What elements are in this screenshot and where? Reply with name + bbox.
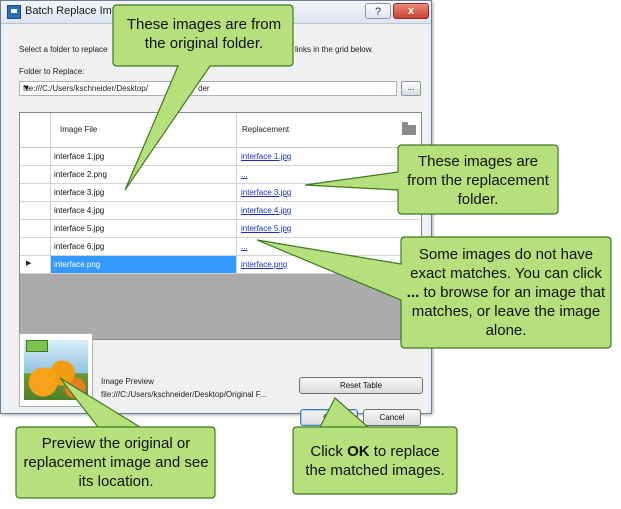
row-header[interactable] bbox=[20, 238, 51, 255]
callout-ok-text: Click OK to replace the matched images. bbox=[298, 442, 452, 480]
table-row[interactable]: interface 1.jpg interface 1.jpg bbox=[20, 148, 421, 166]
column-divider bbox=[236, 113, 237, 147]
cancel-button[interactable]: Cancel bbox=[363, 409, 421, 426]
table-row-selected[interactable]: interface.png interface.png bbox=[20, 256, 421, 274]
image-file-cell: interface 6.jpg bbox=[54, 242, 105, 251]
cell-divider bbox=[236, 166, 237, 183]
preview-label: Image Preview bbox=[101, 377, 154, 386]
table-row[interactable]: interface 5.jpg interface 5.jpg bbox=[20, 220, 421, 238]
image-file-cell: interface 1.jpg bbox=[54, 152, 105, 161]
table-row[interactable]: interface 4.jpg interface 4.jpg bbox=[20, 202, 421, 220]
callout-replacement-text: These images are from the replacement fo… bbox=[407, 153, 549, 208]
folder-icon[interactable] bbox=[402, 122, 416, 135]
folder-label: Folder to Replace: bbox=[19, 67, 85, 76]
callout-matches-pre: Some images do not have exact matches. Y… bbox=[410, 246, 602, 282]
row-header-corner bbox=[20, 113, 51, 147]
app-icon bbox=[7, 5, 21, 19]
folder-dropdown[interactable]: file:///C:/Users/kschneider/Desktop/ der… bbox=[19, 81, 397, 96]
callout-ok-bold: OK bbox=[347, 443, 370, 460]
preview-badge-icon bbox=[26, 340, 48, 352]
image-file-cell: interface 2.png bbox=[54, 170, 107, 179]
replacement-link[interactable]: ... bbox=[241, 170, 248, 179]
preview-path: file:///C:/Users/kschneider/Desktop/Orig… bbox=[101, 390, 267, 399]
image-preview bbox=[19, 333, 93, 407]
replacement-link[interactable]: interface 5.jpg bbox=[241, 224, 291, 233]
grid-header: Image File Replacement bbox=[20, 113, 421, 148]
table-row[interactable]: interface 3.jpg interface 3.jpg bbox=[20, 184, 421, 202]
reset-table-button[interactable]: Reset Table bbox=[299, 377, 423, 394]
row-header[interactable] bbox=[20, 166, 51, 183]
cell-divider bbox=[236, 148, 237, 165]
ok-button[interactable]: OK bbox=[300, 409, 358, 426]
callout-matches-bold: ... bbox=[406, 284, 420, 301]
image-file-cell: interface.png bbox=[54, 260, 101, 269]
instructions-text-end: links in the grid below. bbox=[295, 45, 374, 54]
replacement-link[interactable]: interface.png bbox=[241, 260, 287, 269]
table-row[interactable]: interface 2.png ... bbox=[20, 166, 421, 184]
replacement-link[interactable]: interface 3.jpg bbox=[241, 188, 291, 197]
row-header-current[interactable] bbox=[20, 256, 51, 273]
callout-matches-text: Some images do not have exact matches. Y… bbox=[404, 245, 608, 340]
replacement-link[interactable]: interface 4.jpg bbox=[241, 206, 291, 215]
replacement-link[interactable]: ... bbox=[241, 242, 248, 251]
row-header[interactable] bbox=[20, 148, 51, 165]
chevron-down-icon[interactable]: ▼ bbox=[23, 85, 393, 92]
cell-divider bbox=[236, 202, 237, 219]
help-button[interactable]: ? bbox=[365, 3, 391, 19]
row-header[interactable] bbox=[20, 220, 51, 237]
cell-divider bbox=[236, 220, 237, 237]
close-button[interactable]: x bbox=[393, 3, 429, 19]
callout-matches-post: to browse for an image that matches, or … bbox=[411, 284, 606, 339]
batch-replace-dialog: Batch Replace Images ? x Select a folder… bbox=[0, 0, 432, 426]
table-row[interactable]: interface 6.jpg ... bbox=[20, 238, 421, 256]
browse-folder-button[interactable]: ... bbox=[401, 81, 421, 96]
image-file-cell: interface 3.jpg bbox=[54, 188, 105, 197]
cell-divider bbox=[236, 256, 237, 273]
cell-divider bbox=[236, 184, 237, 201]
dialog-body: Select a folder to replace links in the … bbox=[5, 25, 427, 426]
callout-ok-pre: Click bbox=[310, 443, 348, 460]
callout-preview-text: Preview the original or replacement imag… bbox=[23, 435, 209, 490]
row-header[interactable] bbox=[20, 184, 51, 201]
row-header[interactable] bbox=[20, 202, 51, 219]
replacement-link[interactable]: interface 1.jpg bbox=[241, 152, 291, 161]
column-header-replacement[interactable]: Replacement bbox=[242, 113, 289, 147]
image-grid[interactable]: Image File Replacement interface 1.jpg i… bbox=[19, 112, 422, 340]
cell-divider bbox=[236, 238, 237, 255]
image-file-cell: interface 5.jpg bbox=[54, 224, 105, 233]
image-file-cell: interface 4.jpg bbox=[54, 206, 105, 215]
column-header-image-file[interactable]: Image File bbox=[60, 113, 97, 147]
callout-original-text: These images are from the original folde… bbox=[126, 16, 282, 52]
